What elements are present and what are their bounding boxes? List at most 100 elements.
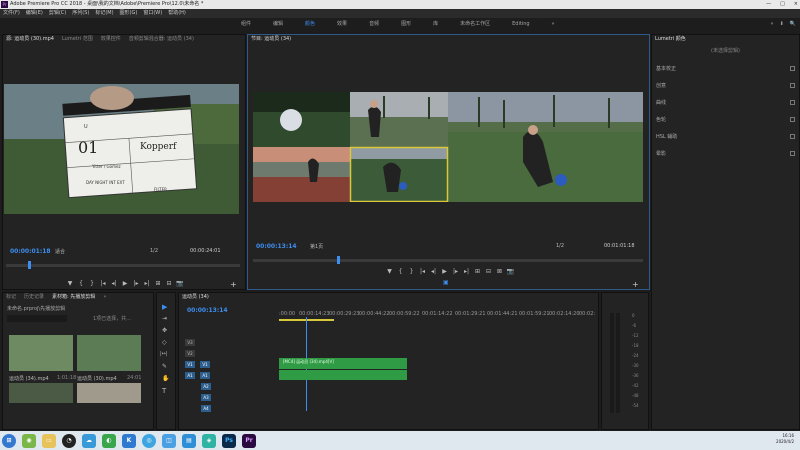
step-forward-icon[interactable]: |▸ [131, 280, 142, 287]
extract-icon[interactable]: ⊟ [483, 268, 494, 275]
go-to-out-icon[interactable]: ▸| [142, 280, 153, 287]
go-to-in-icon[interactable]: |◂ [98, 280, 109, 287]
bin-search-input[interactable] [7, 315, 67, 322]
overflow-icon[interactable]: » [771, 19, 774, 30]
track-a1[interactable]: A1 A1 [179, 370, 210, 380]
play-icon[interactable]: ▶ [120, 280, 131, 287]
tab-history[interactable]: 历史记录 [24, 293, 44, 302]
ripple-edit-tool-icon[interactable]: ✥ [162, 327, 167, 334]
source-resolution-dropdown[interactable]: 1/2 [150, 248, 158, 254]
tab-effect-controls[interactable]: 效果控件 [101, 35, 121, 44]
insert-icon[interactable]: ⊞ [153, 280, 164, 287]
tool-icon[interactable]: ◎ [142, 433, 156, 448]
checkbox-icon[interactable] [790, 117, 795, 122]
minimize-button[interactable]: — [766, 0, 771, 9]
program-mark-in-icon[interactable]: { [395, 268, 406, 275]
compare-icon[interactable]: ⊠ [494, 268, 505, 275]
lumetri-basic-correction[interactable]: 基本校正 [652, 63, 799, 75]
tab-lumetri-color[interactable]: Lumetri 颜色 [655, 35, 686, 44]
program-mark-out-icon[interactable]: } [406, 268, 417, 275]
razor-tool-icon[interactable]: ◇ [162, 339, 167, 346]
tab-overflow[interactable]: » [103, 293, 106, 302]
clip-thumbnail-3[interactable] [9, 383, 73, 403]
timeline-timecode[interactable]: 00:00:13:14 [187, 307, 228, 314]
menu-file[interactable]: 文件(F) [3, 9, 20, 18]
photoshop-icon[interactable]: Ps [222, 433, 236, 448]
multicam-toggle-icon[interactable]: ▣ [443, 279, 449, 286]
source-scrubber[interactable] [6, 261, 240, 269]
program-add-marker-icon[interactable]: ▼ [384, 268, 395, 275]
cloud-icon[interactable]: ☁ [82, 433, 96, 448]
workspace-untitled[interactable]: 未命名工作区 [449, 19, 501, 30]
download-icon[interactable]: ⬇ [780, 19, 784, 30]
checkbox-icon[interactable] [790, 83, 795, 88]
hand-tool-icon[interactable]: ✋ [162, 375, 169, 382]
clip-name-1[interactable]: 运动员 (34).mp4 [9, 375, 49, 382]
tab-lumetri-scopes[interactable]: Lumetri 范围 [62, 35, 93, 44]
app-icon[interactable]: ◫ [162, 433, 176, 448]
source-timecode[interactable]: 00:00:01:18 [10, 248, 51, 255]
workspace-assembly[interactable]: 组件 [230, 19, 262, 30]
search-icon[interactable]: 🔍 [790, 19, 796, 30]
checkbox-icon[interactable] [790, 66, 795, 71]
menu-clip[interactable]: 剪辑(C) [49, 9, 66, 18]
program-camera-dropdown[interactable]: 第1页 [310, 243, 323, 250]
source-fit-dropdown[interactable]: 适合 [55, 248, 65, 255]
program-timecode[interactable]: 00:00:13:14 [256, 243, 297, 250]
program-go-to-in-icon[interactable]: |◂ [417, 268, 428, 275]
add-marker-icon[interactable]: ▼ [65, 280, 76, 287]
tab-source[interactable]: 源: 运动员 (30).mp4 [6, 35, 54, 44]
program-playhead[interactable] [337, 256, 340, 264]
workspace-editing[interactable]: 编辑 [262, 19, 294, 30]
program-scrubber[interactable] [253, 256, 643, 264]
document-icon[interactable]: ▤ [182, 433, 196, 448]
mark-in-icon[interactable]: { [76, 280, 87, 287]
clip-thumbnail-1[interactable] [9, 335, 73, 371]
overwrite-icon[interactable]: ⊟ [164, 280, 175, 287]
track-v1[interactable]: V1 V1 [179, 359, 210, 369]
browser-icon[interactable]: K [122, 433, 136, 448]
lumetri-curves[interactable]: 曲线 [652, 97, 799, 109]
menu-help[interactable]: 帮助(H) [168, 9, 186, 18]
tab-audio-clip-mixer[interactable]: 音频剪辑混合器: 运动员 (34) [129, 35, 194, 44]
lumetri-hsl-secondary[interactable]: HSL 辅助 [652, 131, 799, 143]
track-v2[interactable]: V2 [179, 348, 195, 358]
source-add-button[interactable]: + [230, 280, 237, 289]
tab-bin[interactable]: 素材箱: 先播放剪辑 [52, 293, 95, 302]
audio-clip[interactable] [279, 370, 407, 380]
checkbox-icon[interactable] [790, 134, 795, 139]
mark-out-icon[interactable]: } [87, 280, 98, 287]
step-back-icon[interactable]: ◂| [109, 280, 120, 287]
menu-marker[interactable]: 标记(M) [95, 9, 113, 18]
program-step-back-icon[interactable]: ◂| [428, 268, 439, 275]
export-frame-icon[interactable]: 📷 [175, 280, 186, 287]
close-button[interactable]: × [794, 0, 798, 9]
timeline-ruler[interactable]: :00:00 00:00:14:23 00:00:29:23 00:00:44:… [279, 311, 597, 323]
program-add-button[interactable]: + [632, 280, 639, 289]
program-multicam-view[interactable] [253, 92, 643, 202]
source-playhead[interactable] [28, 261, 31, 269]
program-step-forward-icon[interactable]: |▸ [450, 268, 461, 275]
workspace-overflow-icon[interactable]: » [541, 19, 566, 30]
selection-tool-icon[interactable]: ▶ [162, 303, 167, 311]
system-clock[interactable]: 16:16 2020/4/2 [776, 433, 794, 445]
clip-thumbnail-2[interactable] [77, 335, 141, 371]
clip-name-2[interactable]: 运动员 (30).mp4 [77, 375, 117, 382]
maximize-button[interactable]: □ [780, 0, 785, 9]
workspace-editing-2[interactable]: Editing [501, 19, 540, 30]
program-play-icon[interactable]: ▶ [439, 268, 450, 275]
workspace-effects[interactable]: 效果 [326, 19, 358, 30]
slip-tool-icon[interactable]: |↔| [160, 351, 168, 357]
file-explorer-icon[interactable]: ▭ [42, 433, 56, 448]
track-a2[interactable]: A2 [179, 381, 211, 391]
workspace-color[interactable]: 颜色 [294, 19, 326, 30]
source-video-frame[interactable]: U 01 Kopperf Yitter / Gomez DAY NIGHT IN… [4, 84, 239, 214]
start-button[interactable]: ⊞ [2, 433, 16, 448]
windows-media-icon[interactable]: ◉ [22, 433, 36, 448]
track-a4[interactable]: A4 [179, 403, 211, 413]
workspace-graphics[interactable]: 图形 [390, 19, 422, 30]
pen-tool-icon[interactable]: ✎ [162, 363, 167, 370]
workspace-libraries[interactable]: 库 [422, 19, 449, 30]
type-tool-icon[interactable]: T [162, 387, 166, 395]
menu-graphics[interactable]: 图形(G) [120, 9, 138, 18]
